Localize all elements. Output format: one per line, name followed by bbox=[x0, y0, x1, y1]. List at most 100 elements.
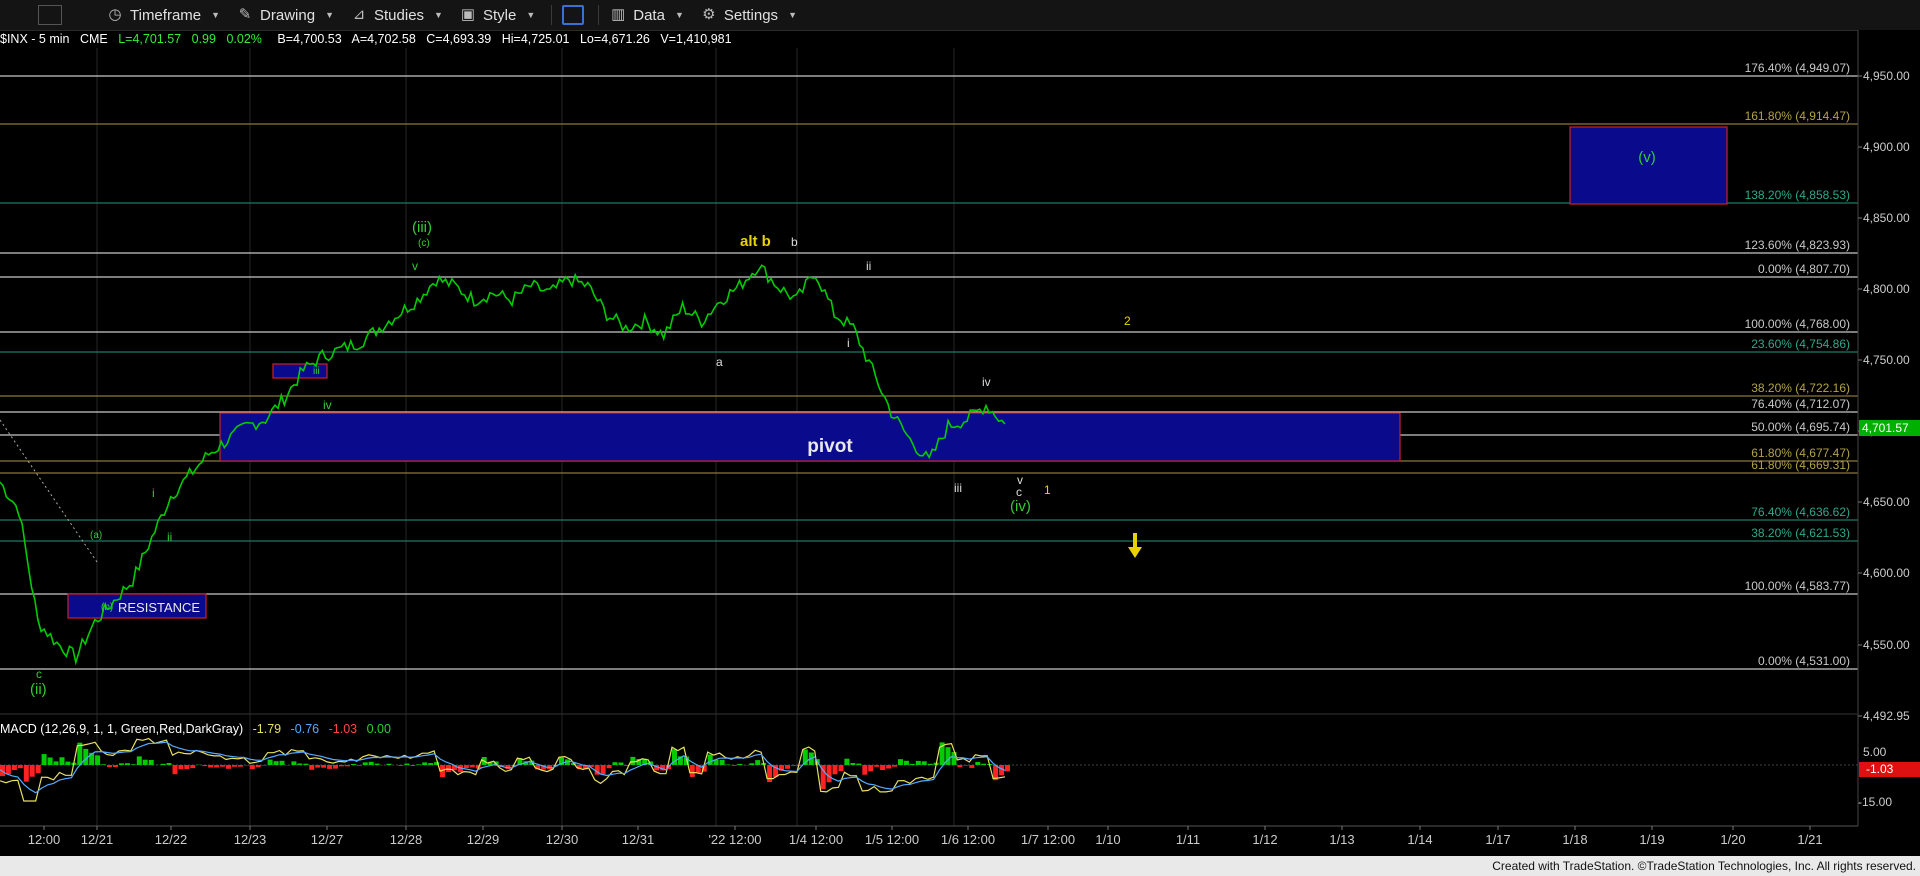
macd-bar bbox=[344, 765, 350, 767]
macd-bar bbox=[279, 760, 285, 765]
macd-bar bbox=[410, 765, 416, 766]
macd-bar bbox=[101, 764, 107, 765]
wave-label: iv bbox=[323, 398, 332, 412]
fib-level-label: 100.00% (4,583.77) bbox=[1745, 579, 1850, 593]
macd-bar bbox=[142, 759, 148, 765]
fib-level-label: 76.40% (4,636.62) bbox=[1751, 505, 1850, 519]
price-axis-label: 4,550.00 bbox=[1863, 638, 1910, 652]
time-axis-label: 1/12 bbox=[1252, 832, 1277, 847]
macd-bar bbox=[719, 759, 725, 765]
macd-bar bbox=[606, 765, 612, 769]
macd-bar bbox=[333, 765, 338, 769]
time-axis-label: 1/7 12:00 bbox=[1021, 832, 1075, 847]
macd-bar bbox=[356, 765, 362, 766]
macd-bar bbox=[981, 763, 987, 765]
macd-bar bbox=[136, 756, 142, 765]
macd-bar bbox=[107, 765, 112, 768]
fib-level-label: 0.00% (4,531.00) bbox=[1758, 654, 1850, 668]
fib-level-label: 176.40% (4,949.07) bbox=[1745, 61, 1850, 75]
macd-bar bbox=[826, 765, 832, 783]
macd-bar bbox=[202, 765, 208, 767]
macd-bar bbox=[463, 765, 469, 768]
macd-bar bbox=[327, 765, 333, 769]
macd-bar bbox=[618, 762, 624, 765]
macd-bar bbox=[832, 765, 838, 775]
macd-header: MACD (12,26,9, 1, 1, Green,Red,DarkGray)… bbox=[0, 722, 397, 736]
time-axis-label: 1/17 bbox=[1485, 832, 1510, 847]
macd-bar bbox=[856, 763, 862, 765]
wave-label: a bbox=[716, 355, 723, 369]
macd-bar bbox=[166, 763, 172, 765]
macd-bar bbox=[689, 765, 695, 777]
fib-level-label: 38.20% (4,621.53) bbox=[1751, 526, 1850, 540]
fib-level-label: 61.80% (4,669.31) bbox=[1751, 458, 1850, 472]
fib-level-label: 23.60% (4,754.86) bbox=[1751, 337, 1850, 351]
wave-label: (c) bbox=[418, 238, 430, 249]
wave-label: (iv) bbox=[1010, 498, 1031, 515]
macd-bar bbox=[113, 765, 118, 768]
macd-bar bbox=[267, 759, 273, 765]
macd-bar bbox=[41, 754, 47, 765]
macd-bar bbox=[428, 763, 434, 765]
wave-label: iii bbox=[954, 481, 962, 495]
macd-bar bbox=[909, 763, 915, 765]
time-axis-label: 12/31 bbox=[622, 832, 655, 847]
macd-bar bbox=[35, 765, 41, 774]
macd-bar bbox=[737, 763, 743, 765]
macd-bar bbox=[796, 765, 802, 766]
time-axis-label: 12:00 bbox=[28, 832, 61, 847]
time-axis-label: 12/22 bbox=[155, 832, 188, 847]
macd-bar bbox=[231, 765, 237, 767]
macd-bar bbox=[767, 765, 773, 782]
macd-bar bbox=[1005, 765, 1010, 772]
macd-bar bbox=[398, 765, 404, 766]
macd-bar bbox=[291, 761, 297, 765]
price-axis-label: 4,650.00 bbox=[1863, 495, 1910, 509]
small-iii-label: iii bbox=[313, 366, 320, 377]
macd-bar bbox=[309, 765, 315, 770]
resistance-label: RESISTANCE bbox=[118, 600, 200, 615]
wave-label: ii bbox=[866, 259, 871, 273]
macd-bar bbox=[731, 765, 737, 766]
macd-bar bbox=[374, 763, 380, 765]
macd-bar bbox=[315, 765, 321, 768]
macd-bar bbox=[892, 765, 897, 767]
macd-value: -1.79 bbox=[252, 722, 282, 736]
wave-label: c bbox=[36, 667, 42, 681]
macd-bar bbox=[172, 765, 178, 775]
macd-bar bbox=[214, 765, 220, 768]
macd-axis-label: 5.00 bbox=[1863, 745, 1887, 759]
macd-bar bbox=[47, 757, 53, 765]
time-axis-label: 1/18 bbox=[1562, 832, 1587, 847]
macd-bar bbox=[53, 761, 59, 765]
macd-line bbox=[0, 737, 1006, 802]
macd-bar bbox=[975, 762, 981, 765]
macd-title: MACD (12,26,9, 1, 1, Green,Red,DarkGray) bbox=[0, 722, 244, 736]
fib-level-label: 76.40% (4,712.07) bbox=[1751, 397, 1850, 411]
macd-bar bbox=[957, 765, 963, 768]
macd-bar bbox=[5, 765, 11, 775]
macd-bar bbox=[95, 755, 101, 765]
time-axis-label: 1/21 bbox=[1797, 832, 1822, 847]
macd-bar bbox=[600, 765, 606, 775]
macd-bar bbox=[226, 765, 231, 769]
macd-bar bbox=[350, 764, 356, 765]
macd-bar bbox=[130, 764, 136, 765]
time-axis-label: 1/5 12:00 bbox=[865, 832, 919, 847]
footer: Created with TradeStation. ©TradeStation… bbox=[0, 856, 1920, 876]
macd-bar bbox=[921, 761, 927, 765]
macd-bar bbox=[850, 763, 856, 765]
macd-bar bbox=[725, 764, 731, 765]
macd-bar bbox=[868, 765, 874, 772]
macd-bar bbox=[612, 762, 618, 765]
macd-bar bbox=[65, 761, 71, 765]
macd-bar bbox=[220, 765, 225, 767]
wave-label: (ii) bbox=[30, 681, 47, 698]
macd-bar bbox=[59, 757, 65, 765]
time-axis-label: 1/11 bbox=[1176, 832, 1200, 847]
macd-bar bbox=[386, 763, 392, 765]
macd-bar bbox=[630, 756, 636, 765]
macd-bar bbox=[339, 765, 344, 767]
macd-value-tag-text: -1.03 bbox=[1866, 762, 1894, 776]
macd-bar bbox=[303, 763, 309, 765]
